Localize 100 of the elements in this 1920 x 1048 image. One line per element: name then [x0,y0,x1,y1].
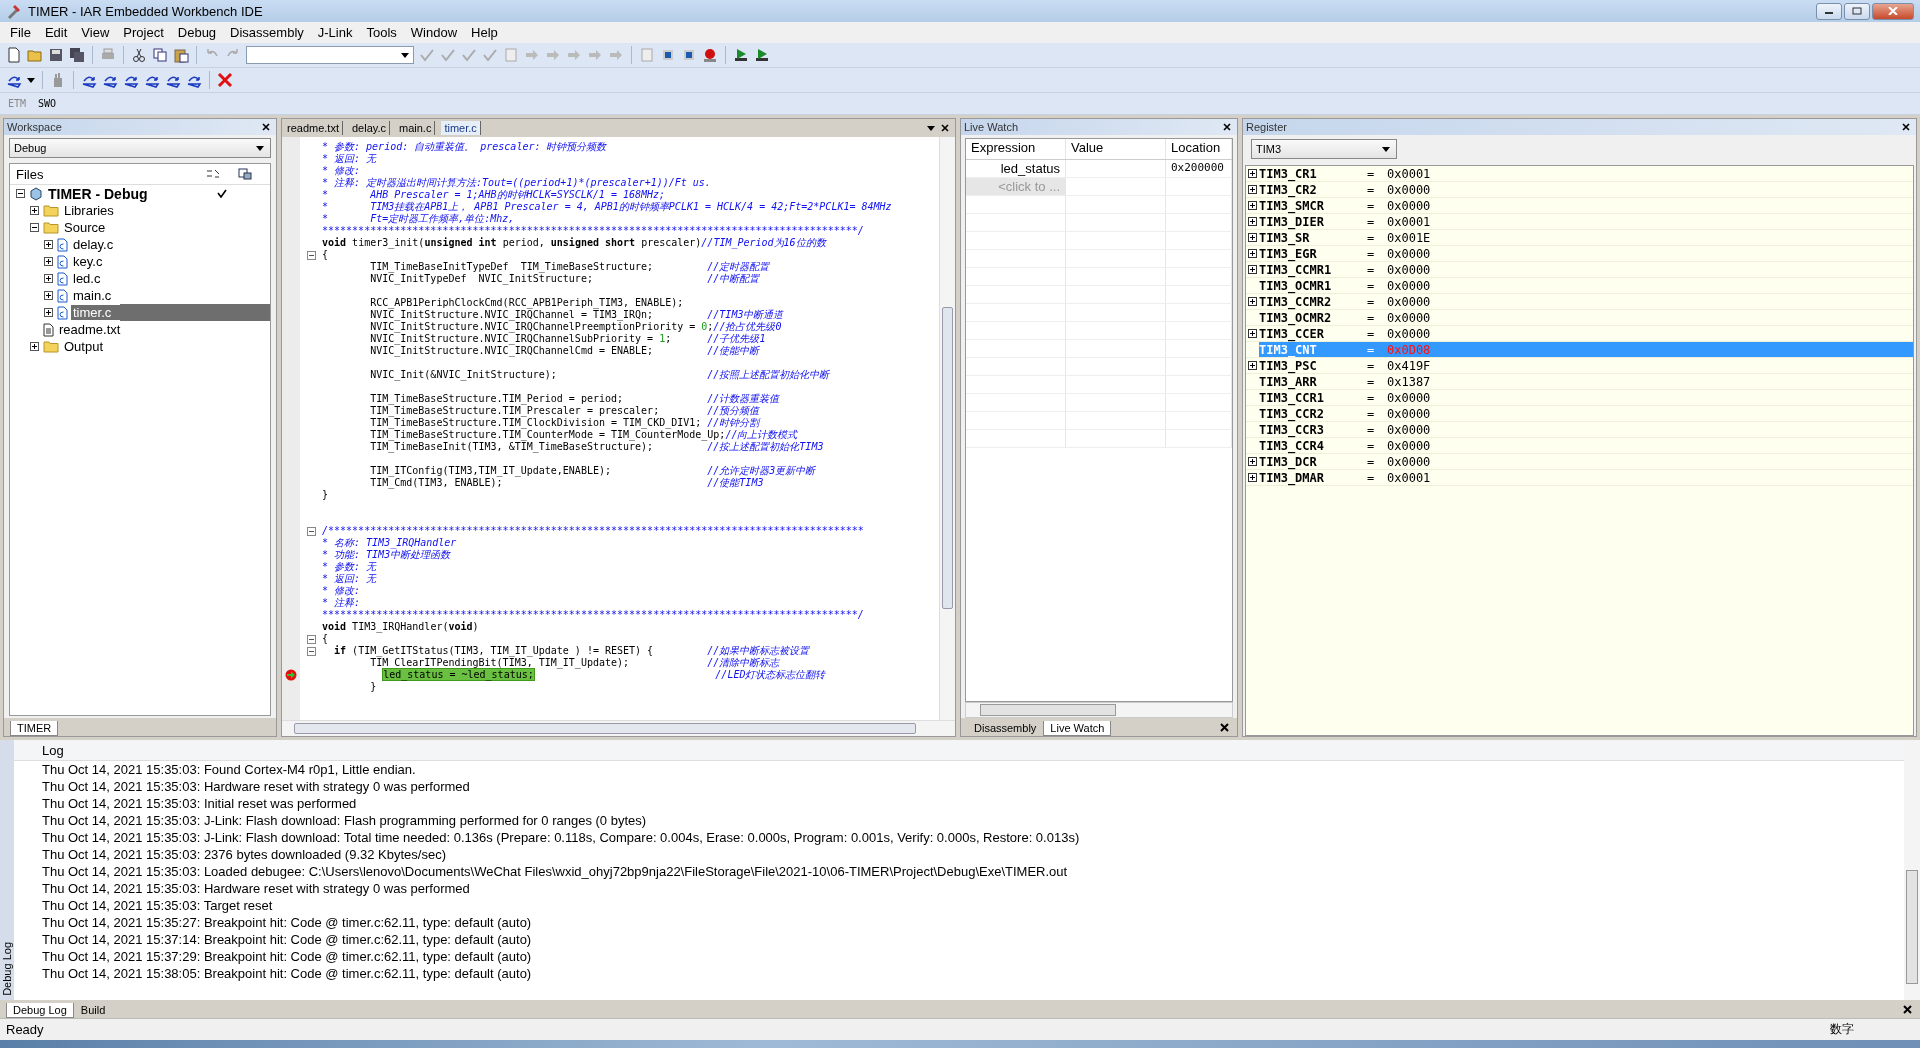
caret-icon[interactable] [927,125,935,131]
breakpoint-icon[interactable] [702,47,718,63]
chip-icon[interactable] [660,47,676,63]
register-value[interactable]: 0x001E [1387,230,1431,245]
register-name[interactable]: TIM3_OCMR2 [1259,310,1367,325]
workspace-tab[interactable]: TIMER [10,721,59,736]
vertical-scrollbar[interactable] [1904,740,1920,1000]
watch-expression[interactable]: led_status [966,160,1066,177]
tree-item[interactable]: Source [62,220,206,235]
file-tab[interactable]: delay.c [348,121,390,135]
expand-icon[interactable] [30,223,39,232]
check-mark-icon[interactable] [440,47,456,63]
register-value[interactable]: 0x0000 [1387,182,1431,197]
register-name[interactable]: TIM3_DIER [1259,214,1367,229]
cut-icon[interactable] [131,47,147,63]
expand-icon[interactable] [30,206,39,215]
expand-icon[interactable] [1248,361,1257,370]
register-group-dropdown[interactable]: TIM3 [1251,139,1397,159]
find-combo[interactable] [246,46,414,64]
save-icon[interactable] [48,47,64,63]
expand-icon[interactable] [1248,169,1257,178]
register-value[interactable]: 0x0000 [1387,278,1431,293]
paste-icon[interactable] [173,47,189,63]
menu-item[interactable]: Disassembly [224,24,310,41]
register-value[interactable]: 0x0000 [1387,294,1431,309]
fold-icon[interactable] [306,646,316,656]
expand-icon[interactable] [44,240,53,249]
tree-item[interactable]: key.c [71,254,206,269]
expand-icon[interactable] [1248,249,1257,258]
fold-icon[interactable] [306,634,316,644]
file-tab[interactable]: timer.c [441,121,481,135]
menu-item[interactable]: J-Link [311,24,359,41]
register-value[interactable]: 0x0000 [1387,198,1431,213]
save-all-icon[interactable] [69,47,85,63]
register-name[interactable]: TIM3_CCER [1259,326,1367,341]
register-name[interactable]: TIM3_CR2 [1259,182,1367,197]
register-name[interactable]: TIM3_EGR [1259,246,1367,261]
close-icon[interactable] [1220,723,1229,732]
close-icon[interactable] [1223,123,1231,131]
panel-tab[interactable]: Live Watch [1043,721,1112,736]
check-mark-icon[interactable] [419,47,435,63]
tree-item[interactable]: readme.txt [57,322,206,337]
column-header[interactable]: Value [1066,139,1166,159]
panel-tab[interactable]: Debug Log [6,1003,74,1018]
close-icon[interactable] [1902,123,1910,131]
menu-item[interactable]: Tools [360,24,403,41]
expand-icon[interactable] [1248,217,1257,226]
fold-icon[interactable] [306,250,316,260]
register-name[interactable]: TIM3_CCMR2 [1259,294,1367,309]
register-name[interactable]: TIM3_DCR [1259,454,1367,469]
menu-item[interactable]: Project [117,24,170,41]
horizontal-scrollbar[interactable] [965,702,1233,718]
register-value[interactable]: 0x0000 [1387,326,1431,341]
menu-item[interactable]: View [75,24,116,41]
expand-icon[interactable] [44,274,53,283]
register-value[interactable]: 0x0000 [1387,406,1431,421]
register-value[interactable]: 0x0000 [1387,438,1431,453]
register-name[interactable]: TIM3_SR [1259,230,1367,245]
register-value[interactable]: 0x0000 [1387,246,1431,261]
register-value[interactable]: 0x1387 [1387,374,1431,389]
register-value[interactable]: 0x0001 [1387,166,1431,181]
check-mark-icon[interactable] [461,47,477,63]
chip-icon[interactable] [681,47,697,63]
file-tab[interactable]: main.c [396,121,436,135]
menu-item[interactable]: Edit [38,24,74,41]
close-icon[interactable] [1903,1005,1912,1014]
expand-icon[interactable] [1248,457,1257,466]
register-name[interactable]: TIM3_OCMR1 [1259,278,1367,293]
register-value[interactable]: 0x0000 [1387,310,1431,325]
register-value[interactable]: 0x419F [1387,358,1431,373]
register-value[interactable]: 0x0001 [1387,470,1431,485]
minimize-button[interactable] [1816,2,1842,20]
register-value[interactable]: 0x0000 [1387,262,1431,277]
expand-icon[interactable] [44,257,53,266]
expand-icon[interactable] [16,189,25,198]
expand-icon[interactable] [30,342,39,351]
menu-item[interactable]: Debug [171,24,223,41]
register-value[interactable]: 0x0000 [1387,454,1431,469]
play-icon[interactable] [754,47,770,63]
column-header[interactable]: Expression [966,139,1066,159]
register-name[interactable]: TIM3_SMCR [1259,198,1367,213]
register-name[interactable]: TIM3_DMAR [1259,470,1367,485]
register-name[interactable]: TIM3_CCR1 [1259,390,1367,405]
menu-item[interactable]: File [4,24,37,41]
close-icon[interactable] [941,124,949,132]
expand-icon[interactable] [1248,297,1257,306]
expand-icon[interactable] [1248,329,1257,338]
check-mark-icon[interactable] [482,47,498,63]
stop-icon[interactable] [217,72,233,88]
new-file-icon[interactable] [6,47,22,63]
expand-icon[interactable] [1248,185,1257,194]
expand-icon[interactable] [1248,473,1257,482]
register-name[interactable]: TIM3_CR1 [1259,166,1367,181]
register-name[interactable]: TIM3_CCMR1 [1259,262,1367,277]
expand-icon[interactable] [1248,265,1257,274]
horizontal-scrollbar[interactable] [282,720,955,736]
register-value[interactable]: 0x0000 [1387,390,1431,405]
register-name[interactable]: TIM3_PSC [1259,358,1367,373]
file-tab[interactable]: readme.txt [284,121,343,135]
panel-tab[interactable]: Build [73,1002,113,1018]
